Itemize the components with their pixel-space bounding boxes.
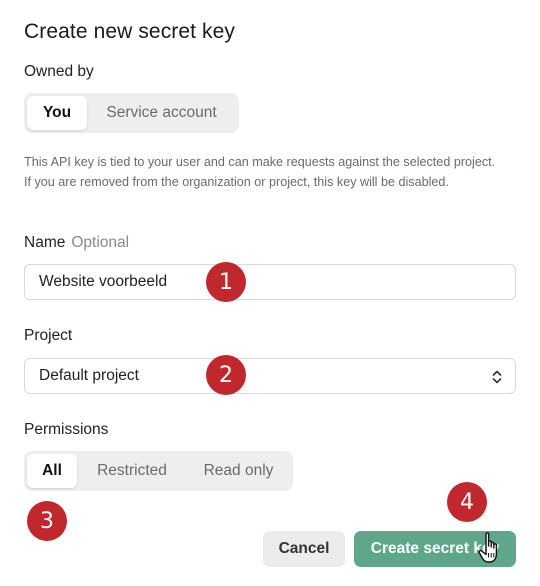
- name-label: Name Optional: [24, 234, 129, 252]
- name-input-value: Website voorbeeld: [39, 273, 168, 290]
- step-badge-4: 4: [447, 482, 487, 522]
- ownership-help-text: This API key is tied to your user and ca…: [24, 155, 496, 189]
- permissions-toggle: All Restricted Read only: [24, 451, 293, 491]
- cancel-button[interactable]: Cancel: [263, 531, 345, 567]
- permissions-option-all[interactable]: All: [27, 454, 77, 488]
- project-select[interactable]: Default project: [24, 358, 516, 394]
- create-secret-key-dialog: Create new secret key Owned by You Servi…: [0, 0, 540, 586]
- owned-by-toggle: You Service account: [24, 93, 239, 133]
- hand-pointer-icon: [478, 532, 498, 563]
- project-select-value: Default project: [39, 367, 139, 384]
- name-input[interactable]: Website voorbeeld: [24, 264, 516, 300]
- chevron-up-down-icon: [492, 370, 502, 384]
- permissions-option-read-only[interactable]: Read only: [187, 454, 290, 488]
- name-label-text: Name: [24, 234, 66, 251]
- project-label: Project: [24, 327, 73, 344]
- owned-by-option-you[interactable]: You: [27, 96, 87, 130]
- name-optional-label: Optional: [71, 234, 130, 251]
- step-badge-1: 1: [206, 262, 246, 302]
- step-badge-2: 2: [206, 355, 246, 395]
- step-badge-3: 3: [27, 501, 67, 541]
- permissions-option-restricted[interactable]: Restricted: [77, 454, 187, 488]
- permissions-label: Permissions: [24, 421, 109, 438]
- dialog-title: Create new secret key: [24, 20, 236, 43]
- owned-by-option-service-account[interactable]: Service account: [87, 96, 236, 130]
- owned-by-label: Owned by: [24, 63, 94, 80]
